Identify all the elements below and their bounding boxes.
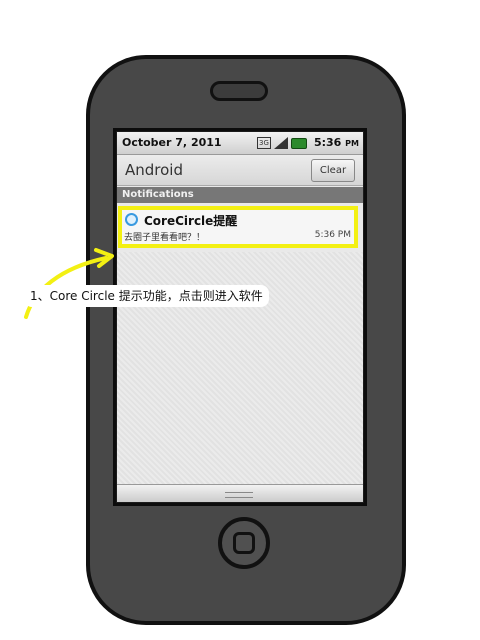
clear-button[interactable]: Clear [311,159,355,182]
notification-time: 5:36 PM [314,230,351,240]
network-3g-icon: 3G [257,137,271,149]
status-icons: 3G [257,136,307,150]
status-bar: October 7, 2011 3G 5:36 PM [117,132,363,155]
status-time: 5:36 PM [314,136,359,149]
callout-label: 1、Core Circle 提示功能，点击则进入软件 [24,285,269,307]
home-square-icon [233,532,255,554]
signal-icon [274,137,288,149]
status-time-suffix: PM [345,139,359,148]
status-date: October 7, 2011 [122,136,222,149]
header-title: Android [125,161,183,179]
drawer-handle-bar[interactable] [117,484,363,502]
corecircle-icon [125,213,138,226]
notification-item[interactable]: CoreCircle提醒 去圈子里看看吧？！ 5:36 PM [118,206,358,248]
notification-title: CoreCircle提醒 [144,214,238,228]
home-button[interactable] [218,517,270,569]
phone-screen: October 7, 2011 3G 5:36 PM Android Clear… [117,132,363,502]
section-header: Notifications [117,187,363,203]
notification-message: 去圈子里看看吧？！ [124,233,206,243]
notification-header: Android Clear [117,155,363,186]
status-time-value: 5:36 [313,136,342,149]
speaker-slot [210,81,268,101]
battery-icon [291,137,307,149]
drawer-grip-icon [225,492,253,498]
